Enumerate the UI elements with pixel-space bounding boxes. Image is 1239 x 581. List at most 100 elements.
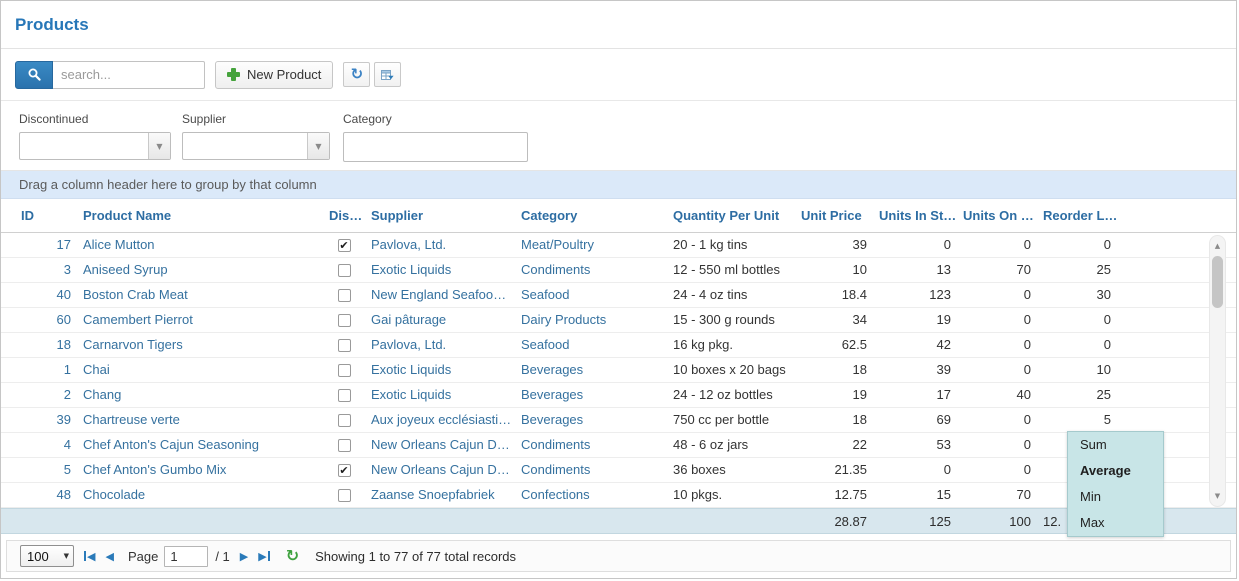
new-product-label: New Product (247, 67, 321, 82)
cell-unit-price: 18 (795, 408, 873, 432)
page-number-input[interactable] (164, 546, 208, 567)
column-header-unit-price[interactable]: Unit Price (795, 208, 873, 223)
table-row[interactable]: 2ChangExotic LiquidsBeverages24 - 12 oz … (1, 383, 1236, 408)
last-page-button[interactable]: ▶ (258, 550, 269, 563)
scroll-up-icon[interactable]: ▲ (1210, 238, 1225, 254)
discontinued-checkbox[interactable] (338, 364, 351, 377)
table-row[interactable]: 60Camembert PierrotGai pâturageDairy Pro… (1, 308, 1236, 333)
first-page-icon (84, 551, 86, 561)
cell-discontinued (323, 489, 365, 502)
refresh-button[interactable]: ↻ (343, 62, 370, 87)
discontinued-checkbox[interactable] (338, 314, 351, 327)
discontinued-checkbox[interactable] (338, 339, 351, 352)
cell-units-in-stock: 17 (873, 383, 957, 407)
cell-product-name: Aniseed Syrup (77, 258, 323, 282)
cell-reorder-level: 5 (1037, 408, 1117, 432)
cell-units-in-stock: 123 (873, 283, 957, 307)
column-header-quantity-per-unit[interactable]: Quantity Per Unit (667, 208, 795, 223)
menu-item-average[interactable]: Average (1068, 458, 1163, 484)
cell-units-on-order: 0 (957, 283, 1037, 307)
cell-discontinued (323, 339, 365, 352)
cell-discontinued (323, 289, 365, 302)
discontinued-dropdown[interactable]: ▼ (19, 132, 171, 160)
discontinued-checkbox[interactable] (338, 414, 351, 427)
search-input[interactable] (53, 61, 205, 89)
search-button[interactable] (15, 61, 53, 89)
column-header-units-on-order[interactable]: Units On … (957, 208, 1037, 223)
supplier-dropdown-button[interactable]: ▼ (307, 133, 329, 159)
column-header-category[interactable]: Category (515, 208, 667, 223)
cell-unit-price: 18.4 (795, 283, 873, 307)
menu-item-max[interactable]: Max (1068, 510, 1163, 536)
add-icon (227, 68, 240, 81)
table-row[interactable]: 4Chef Anton's Cajun SeasoningNew Orleans… (1, 433, 1236, 458)
cell-category: Beverages (515, 358, 667, 382)
page-size-value: 100 (27, 549, 64, 564)
table-row[interactable]: 1ChaiExotic LiquidsBeverages10 boxes x 2… (1, 358, 1236, 383)
summary-units-in-stock: 125 (873, 514, 957, 529)
cell-product-name: Chef Anton's Cajun Seasoning (77, 433, 323, 457)
export-button[interactable] (374, 62, 401, 87)
discontinued-checkbox[interactable] (338, 389, 351, 402)
discontinued-dropdown-button[interactable]: ▼ (148, 133, 170, 159)
first-page-button[interactable]: ◀ (84, 550, 95, 563)
table-row[interactable]: 48ChocoladeZaanse SnoepfabriekConfection… (1, 483, 1236, 508)
menu-item-sum[interactable]: Sum (1068, 432, 1163, 458)
cell-category: Condiments (515, 433, 667, 457)
discontinued-checkbox[interactable] (338, 289, 351, 302)
cell-discontinued (323, 264, 365, 277)
cell-id: 18 (15, 333, 77, 357)
column-header-supplier[interactable]: Supplier (365, 208, 515, 223)
discontinued-checkbox[interactable]: ✔ (338, 464, 351, 477)
page-size-select[interactable]: 100 ▼ (20, 545, 74, 567)
table-row[interactable]: 5Chef Anton's Gumbo Mix✔New Orleans Caju… (1, 458, 1236, 483)
table-row[interactable]: 17Alice Mutton✔Pavlova, Ltd.Meat/Poultry… (1, 233, 1236, 258)
table-row[interactable]: 39Chartreuse verteAux joyeux ecclésiasti… (1, 408, 1236, 433)
vertical-scrollbar[interactable]: ▲ ▼ (1209, 235, 1226, 507)
supplier-dropdown[interactable]: ▼ (182, 132, 330, 160)
menu-item-min[interactable]: Min (1068, 484, 1163, 510)
discontinued-checkbox[interactable] (338, 489, 351, 502)
discontinued-checkbox[interactable] (338, 264, 351, 277)
prev-page-button[interactable]: ◀ (105, 550, 113, 563)
reload-icon[interactable]: ↻ (286, 548, 299, 564)
table-row[interactable]: 3Aniseed SyrupExotic LiquidsCondiments12… (1, 258, 1236, 283)
discontinued-checkbox[interactable] (338, 439, 351, 452)
scroll-down-icon[interactable]: ▼ (1210, 488, 1225, 504)
group-panel[interactable]: Drag a column header here to group by th… (1, 171, 1236, 199)
cell-discontinued (323, 389, 365, 402)
chevron-down-icon: ▼ (156, 142, 162, 151)
column-header-reorder-level[interactable]: Reorder L… (1037, 208, 1117, 223)
next-page-button[interactable]: ▶ (240, 550, 248, 563)
column-header-id[interactable]: ID (15, 208, 77, 223)
scrollbar-thumb[interactable] (1212, 256, 1223, 308)
cell-unit-price: 34 (795, 308, 873, 332)
discontinued-checkbox[interactable]: ✔ (338, 239, 351, 252)
cell-reorder-level: 25 (1037, 383, 1117, 407)
category-input[interactable] (343, 132, 528, 162)
cell-quantity-per-unit: 16 kg pkg. (667, 333, 795, 357)
cell-unit-price: 12.75 (795, 483, 873, 507)
cell-reorder-level: 0 (1037, 233, 1117, 257)
records-status: Showing 1 to 77 of 77 total records (315, 549, 516, 564)
cell-id: 4 (15, 433, 77, 457)
title-bar: Products (1, 1, 1236, 49)
column-header-units-in-stock[interactable]: Units In St… (873, 208, 957, 223)
table-row[interactable]: 40Boston Crab MeatNew England Seafoo…Sea… (1, 283, 1236, 308)
prev-page-icon: ◀ (105, 550, 113, 563)
cell-product-name: Chai (77, 358, 323, 382)
cell-product-name: Camembert Pierrot (77, 308, 323, 332)
cell-id: 39 (15, 408, 77, 432)
group-panel-text: Drag a column header here to group by th… (19, 177, 317, 192)
table-row[interactable]: 18Carnarvon TigersPavlova, Ltd.Seafood16… (1, 333, 1236, 358)
column-header-discontinued[interactable]: Dis… (323, 208, 365, 223)
column-header-product-name[interactable]: Product Name (77, 208, 323, 223)
cell-id: 3 (15, 258, 77, 282)
cell-quantity-per-unit: 36 boxes (667, 458, 795, 482)
cell-units-on-order: 0 (957, 358, 1037, 382)
category-label: Category (343, 112, 528, 126)
cell-units-on-order: 0 (957, 333, 1037, 357)
refresh-icon: ↻ (351, 67, 364, 82)
new-product-button[interactable]: New Product (215, 61, 333, 89)
summary-units-on-order: 100 (957, 514, 1037, 529)
